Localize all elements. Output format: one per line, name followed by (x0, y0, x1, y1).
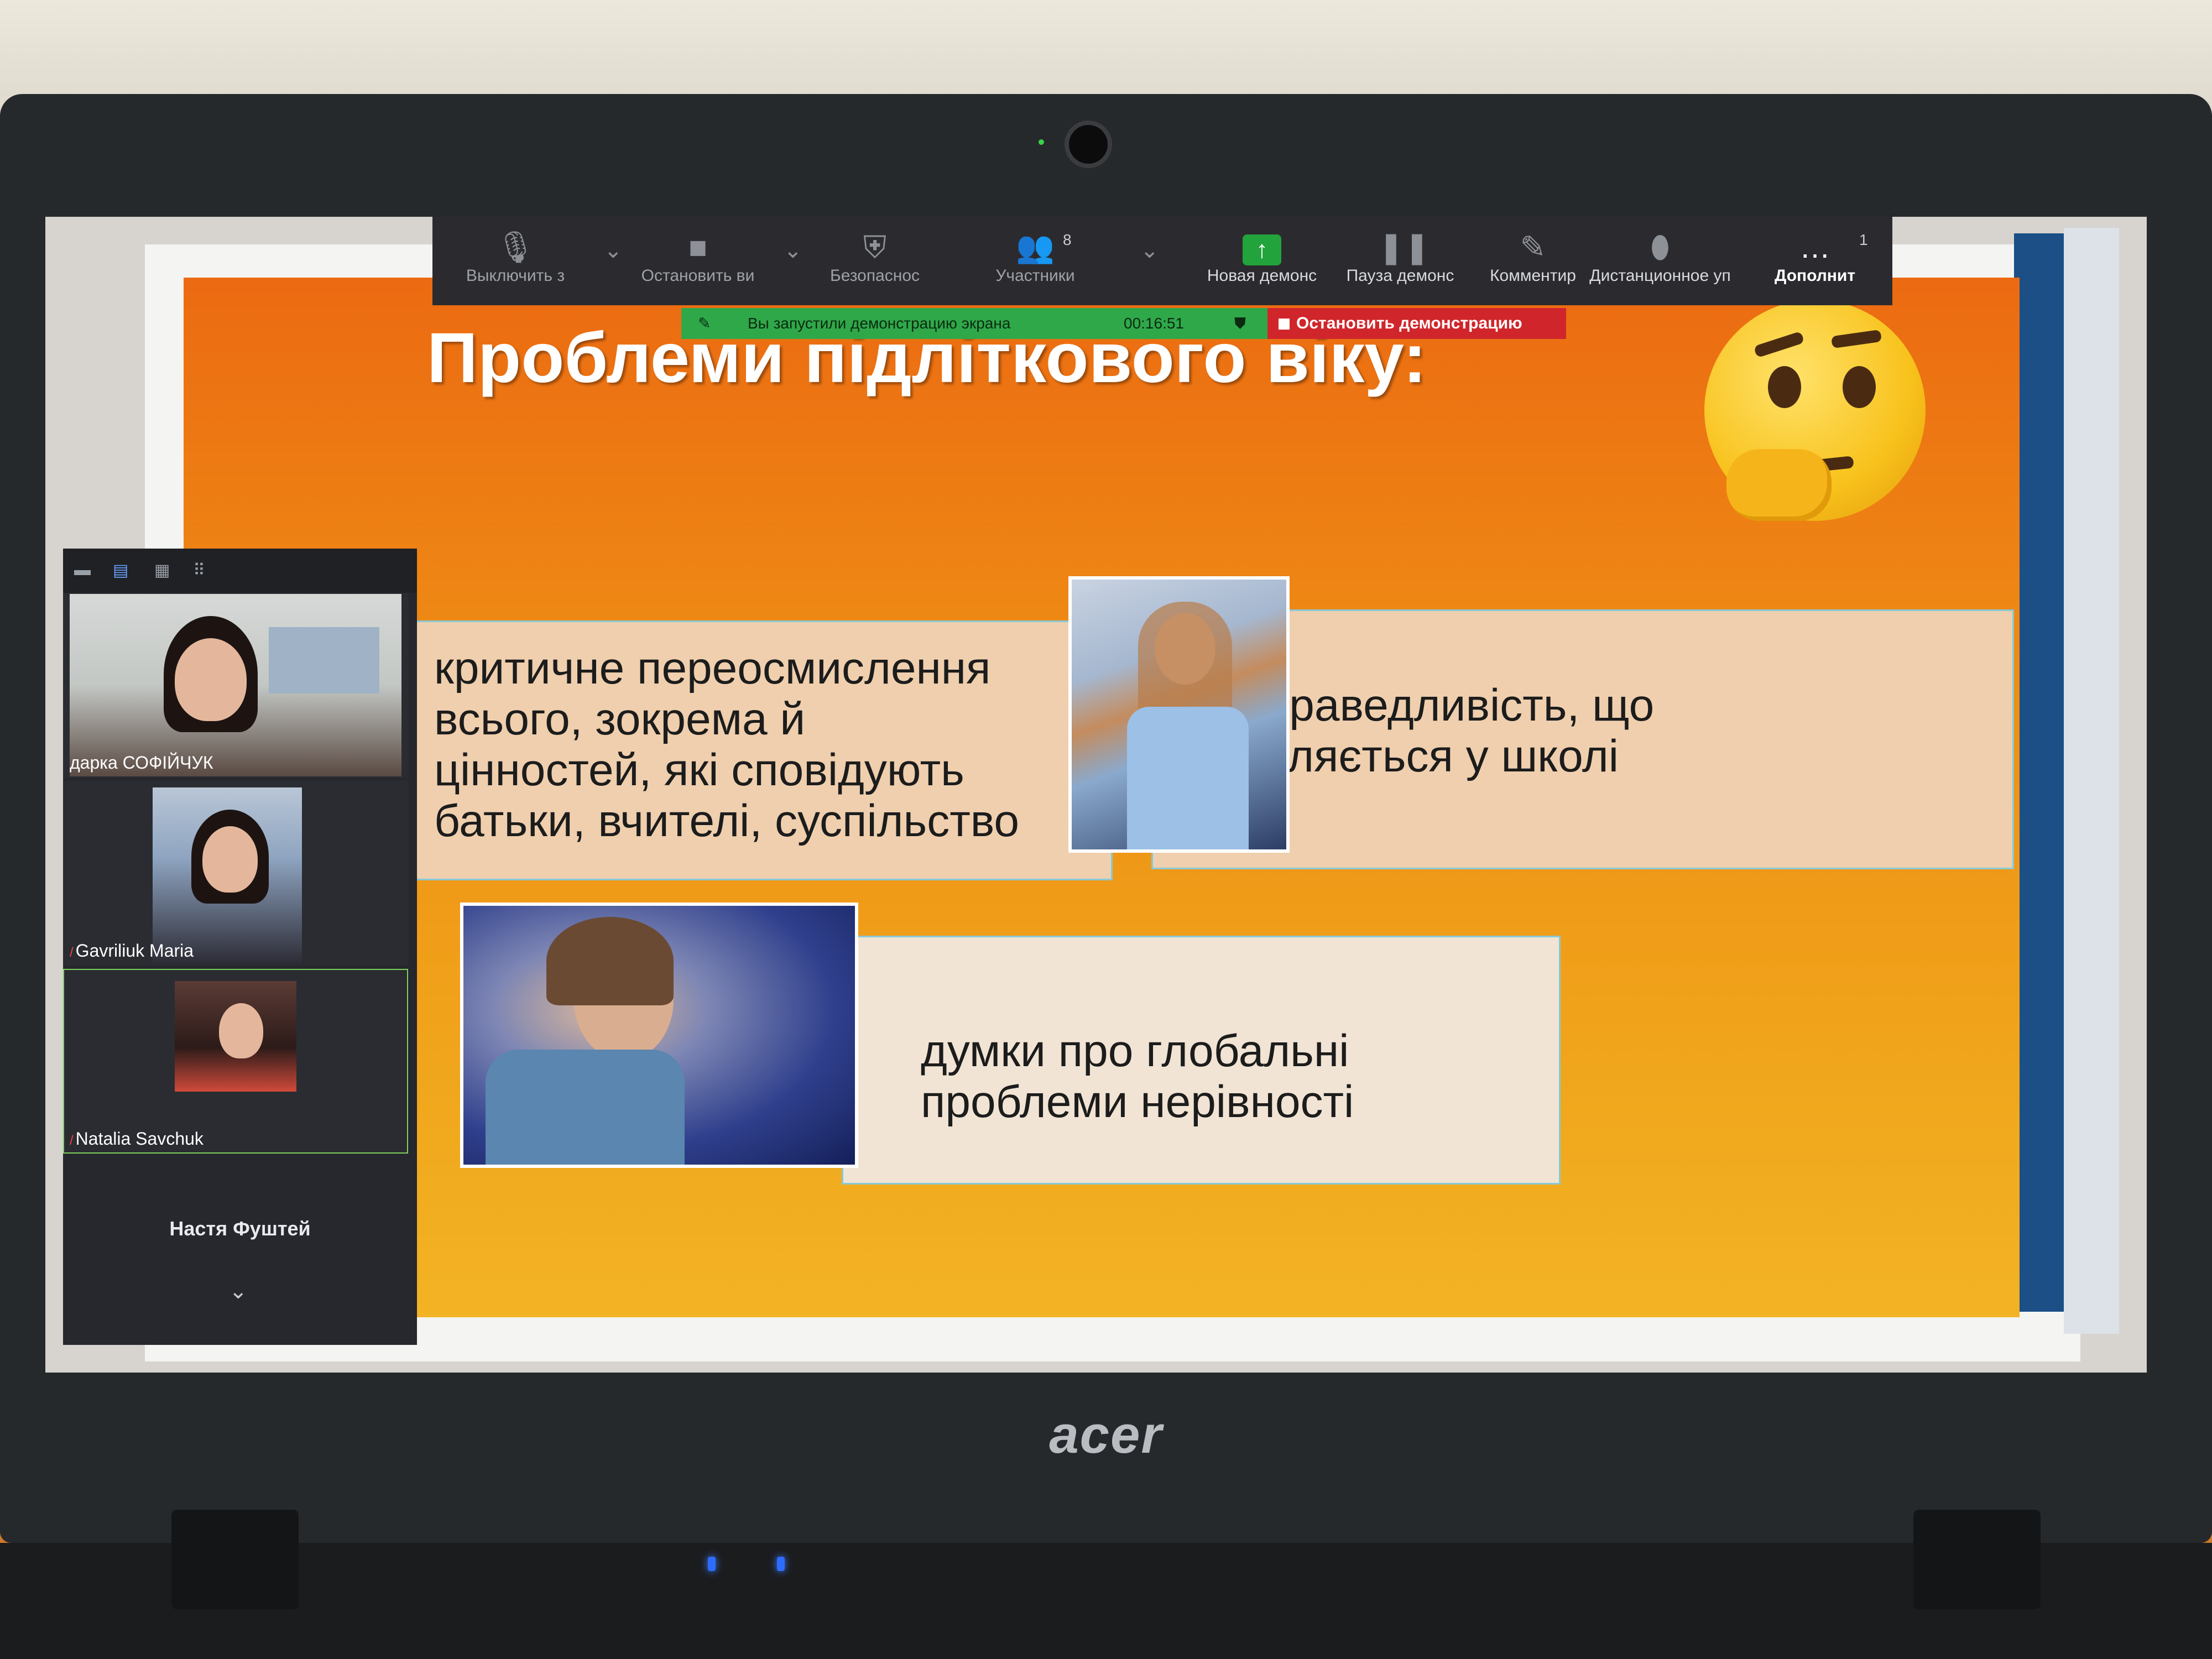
slide-frame-stripe (2014, 233, 2064, 1312)
more-button[interactable]: … Дополнит (1749, 217, 1881, 305)
remote-control-button[interactable]: ⬮ Дистанционное уп (1572, 217, 1749, 305)
problem-box-inequality: думки про глобальні проблеми нерівності (842, 936, 1561, 1185)
battery-led (777, 1557, 785, 1571)
share-screen-icon: ↑ (1243, 234, 1281, 265)
remote-control-label: Дистанционное уп (1589, 267, 1731, 285)
grid-view-icon[interactable]: ⠿ (193, 561, 212, 580)
praying-girl-photo (460, 902, 858, 1168)
participants-icon: 👥 (1016, 229, 1055, 264)
stop-video-button[interactable]: ■ Остановить ви (615, 217, 781, 305)
box1-line2: всього, зокрема й (434, 694, 806, 744)
laptop-screen: Проблеми підліткового віку: критичне пер… (45, 217, 2147, 1373)
participants-count: 8 (1063, 231, 1072, 248)
scroll-down-chevron-icon[interactable]: ⌄ (229, 1279, 248, 1304)
security-label: Безопаснос (830, 267, 920, 285)
share-status-text: Вы запустили демонстрацию экрана (748, 315, 1011, 332)
more-icon: … (1799, 229, 1830, 264)
emoji-left-eye (1768, 366, 1801, 408)
emoji-right-brow (1830, 329, 1882, 349)
stop-share-button[interactable]: Остановить демонстрацию (1267, 308, 1566, 339)
gallery-grid-icon[interactable]: ▦ (154, 561, 173, 580)
webcam-led (1039, 139, 1044, 145)
participant-name: дарка СОФІЙЧУК (70, 753, 213, 773)
webcam (1065, 121, 1112, 168)
shield-icon: ⛨ (863, 229, 886, 264)
emoji-right-eye (1843, 366, 1876, 408)
participant-name: / Gavriliuk Maria (70, 941, 194, 961)
pencil-icon: ✎ (1520, 229, 1546, 264)
participant-tile[interactable]: / Natalia Savchuk (63, 969, 408, 1154)
participant-name-text: Gavriliuk Maria (75, 941, 194, 961)
participants-label: Участники (995, 267, 1075, 285)
left-hinge (171, 1510, 299, 1609)
acer-logo: acer (1049, 1405, 1163, 1464)
thinking-face-emoji (1704, 300, 1926, 521)
box2-line1: несправедливість, що (1192, 680, 1655, 731)
box1-line4: батьки, вчителі, суспільство (434, 796, 1020, 846)
box1-line1: критичне переосмислення (434, 643, 991, 693)
speaker-view-icon[interactable]: ▤ (113, 561, 132, 580)
participant-video (175, 981, 296, 1092)
gallery-header: ▬ ▤ ▦ ⠿ (63, 549, 417, 593)
pause-icon: ❚❚ (1378, 229, 1430, 264)
box3-line1: думки про глобальні (921, 1026, 1349, 1076)
participant-name-text: Natalia Savchuk (75, 1129, 204, 1149)
microphone-icon: 🎙 (495, 229, 535, 264)
sad-girl-school-photo (1068, 576, 1290, 853)
more-badge-count: 1 (1859, 231, 1868, 248)
more-label: Дополнит (1774, 267, 1856, 285)
slide-frame-edge (2064, 228, 2119, 1334)
participant-video (70, 594, 401, 776)
participant-name: / Natalia Savchuk (70, 1129, 204, 1149)
video-camera-icon: ■ (688, 229, 707, 264)
participants-button[interactable]: 👥 Участники (952, 217, 1118, 305)
video-gallery-panel: ▬ ▤ ▦ ⠿ дарка СОФІЙЧУК /Gavriliuk Maria (63, 549, 417, 1345)
screen-share-banner: ✎ Вы запустили демонстрацию экрана 00:16… (681, 308, 1267, 339)
muted-mic-icon: / (70, 945, 74, 960)
share-timer: 00:16:51 (1124, 315, 1184, 332)
box2-line2: трапляється у школі (1192, 731, 1619, 781)
box3-line2: проблеми нерівності (921, 1077, 1354, 1127)
mute-label: Выключить з (466, 267, 565, 285)
stop-video-label: Остановить ви (641, 267, 755, 285)
emoji-hand (1726, 449, 1832, 521)
minimize-icon[interactable]: ▬ (74, 561, 93, 579)
participant-video (153, 787, 302, 964)
right-hinge (1913, 1510, 2041, 1609)
stop-square-icon (1279, 319, 1290, 330)
laptop-base (0, 1543, 2212, 1659)
emoji-left-brow (1753, 331, 1805, 358)
mute-button[interactable]: 🎙 Выключить з (432, 217, 598, 305)
stop-share-label: Остановить демонстрацию (1296, 314, 1522, 332)
problem-box-revaluation: критичне переосмислення всього, зокрема … (410, 620, 1113, 880)
security-button[interactable]: ⛨ Безопаснос (792, 217, 958, 305)
mouse-icon: ⬮ (1650, 229, 1670, 264)
power-led (708, 1557, 716, 1571)
muted-mic-icon: / (70, 1133, 74, 1148)
zoom-meeting-toolbar: 🎙 Выключить з ⌄ ■ Остановить ви ⌄ ⛨ Безо… (432, 217, 1892, 305)
participant-tile[interactable]: дарка СОФІЙЧУК (63, 593, 408, 778)
encryption-shield-icon: ⛊ (1234, 315, 1246, 332)
box1-line3: цінностей, які сповідують (434, 745, 964, 795)
participants-options-chevron-icon[interactable]: ⌄ (1140, 238, 1159, 263)
participant-name-card[interactable]: Настя Фуштей (63, 1196, 417, 1262)
participant-tile[interactable]: / Gavriliuk Maria (63, 781, 408, 966)
pin-icon[interactable]: ✎ (698, 308, 711, 339)
